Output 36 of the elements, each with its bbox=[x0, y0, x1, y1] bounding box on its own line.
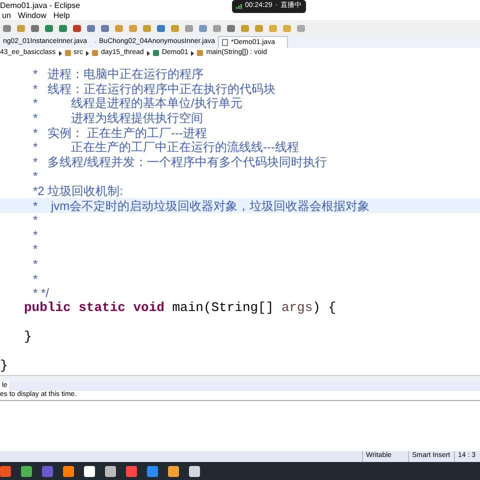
app-icon[interactable] bbox=[168, 466, 179, 476]
code-comment: * 线程：正在运行的程序中正在执行的代码块 bbox=[33, 82, 276, 96]
code-comment: * bbox=[33, 228, 38, 242]
code-comment: * 多线程/线程并发：一个程序中有多个代码块同时执行 bbox=[33, 154, 328, 169]
package-icon bbox=[92, 50, 98, 56]
code-comment: * */ bbox=[33, 286, 50, 300]
app-icon[interactable] bbox=[84, 466, 95, 476]
code-line: } bbox=[0, 359, 8, 374]
code-comment: * bbox=[33, 213, 38, 228]
code-comment: * bbox=[33, 272, 38, 286]
code-comment: * bbox=[33, 242, 38, 256]
code-comment: * 实例： 正在生产的工厂---进程 bbox=[33, 126, 207, 140]
code-comment: * 进程为线程提供执行空间 bbox=[33, 111, 204, 126]
caret-icon bbox=[191, 50, 194, 56]
code-comment: * 线程是进程的基本单位/执行单元 bbox=[33, 96, 242, 110]
app-icon[interactable] bbox=[105, 466, 116, 476]
app-icon[interactable] bbox=[189, 466, 200, 476]
window-title: Demo01.java - Eclipse bbox=[0, 0, 80, 12]
code-line: public static void main(String[] args) { bbox=[24, 300, 336, 315]
menu-item[interactable]: un bbox=[2, 10, 11, 22]
code-comment: *2 垃圾回收机制: bbox=[33, 184, 124, 198]
package-icon bbox=[197, 50, 204, 56]
code-comment: * bbox=[33, 257, 38, 272]
menu-item[interactable]: Window bbox=[18, 10, 46, 22]
caret-icon bbox=[86, 50, 89, 56]
caret-icon bbox=[146, 50, 150, 56]
code-comment: * 进程：电脑中正在运行的程序 bbox=[33, 67, 204, 82]
package-icon bbox=[64, 50, 71, 56]
code-line: } bbox=[24, 330, 32, 344]
menu-item[interactable]: Help bbox=[53, 10, 70, 22]
signal-icon bbox=[236, 4, 242, 9]
code-comment: * 正在生产的工厂中正在运行的流线线---线程 bbox=[33, 140, 299, 154]
code-comment: * jvm会不定时的启动垃圾回收器对象，垃圾回收器会根据对象 bbox=[33, 198, 370, 213]
package-icon bbox=[152, 50, 159, 56]
caret-icon bbox=[58, 50, 62, 56]
code-comment: * bbox=[33, 169, 38, 184]
